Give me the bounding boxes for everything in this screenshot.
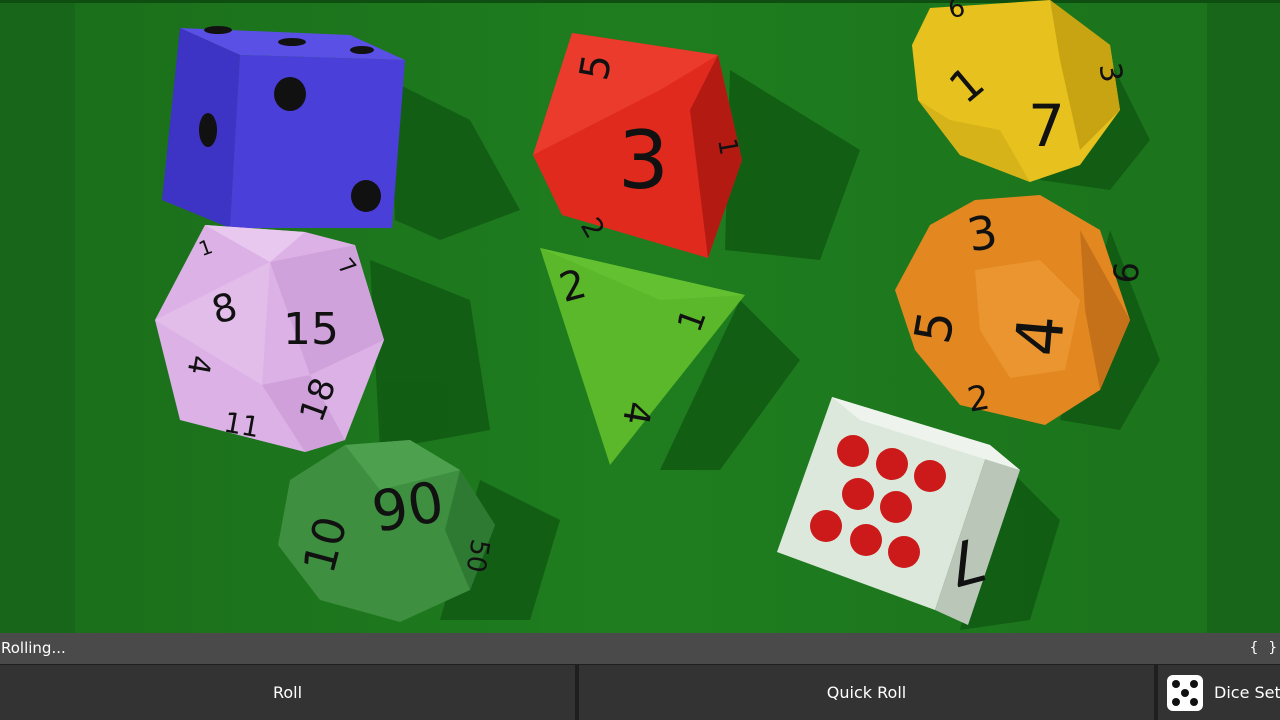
felt-left-edge — [0, 0, 75, 633]
orange-d12-label-4: 4 — [1002, 312, 1079, 359]
pink-d20-label-11: 11 — [221, 406, 262, 445]
dice-set-button[interactable]: Dice Set — [1158, 665, 1280, 720]
pink-d20-die: 1 8 15 7 4 18 11 — [155, 225, 384, 452]
dice-table: 5 3 1 2 6 1 7 3 1 8 15 7 4 18 11 2 1 4 3… — [0, 0, 1280, 633]
orange-d12-label-9: 9 — [1104, 260, 1146, 285]
blue-d6-die — [162, 26, 405, 228]
roll-button-label: Roll — [272, 683, 303, 702]
five-pip-die-icon — [1167, 674, 1203, 711]
button-bar: Roll Quick Roll Dice Set — [0, 664, 1280, 720]
pink-d20-label-15: 15 — [283, 304, 339, 355]
json-toggle-button[interactable]: { } — [1250, 633, 1278, 664]
status-bar: Rolling... { } — [0, 633, 1280, 664]
red-d8-label-3: 3 — [618, 114, 669, 207]
status-text: Rolling... — [1, 639, 66, 657]
dice-app: 5 3 1 2 6 1 7 3 1 8 15 7 4 18 11 2 1 4 3… — [0, 0, 1280, 720]
roll-button[interactable]: Roll — [0, 665, 575, 720]
dice-set-button-label: Dice Set — [1214, 683, 1280, 702]
quick-roll-button-label: Quick Roll — [826, 683, 907, 702]
green-d10-label-90: 90 — [367, 470, 448, 546]
felt-right-edge — [1207, 0, 1280, 633]
yellow-d12-label-7: 7 — [1028, 92, 1065, 160]
felt-top-edge — [0, 0, 1280, 3]
green-d10-label-50: 50 — [460, 537, 495, 575]
quick-roll-button[interactable]: Quick Roll — [579, 665, 1154, 720]
